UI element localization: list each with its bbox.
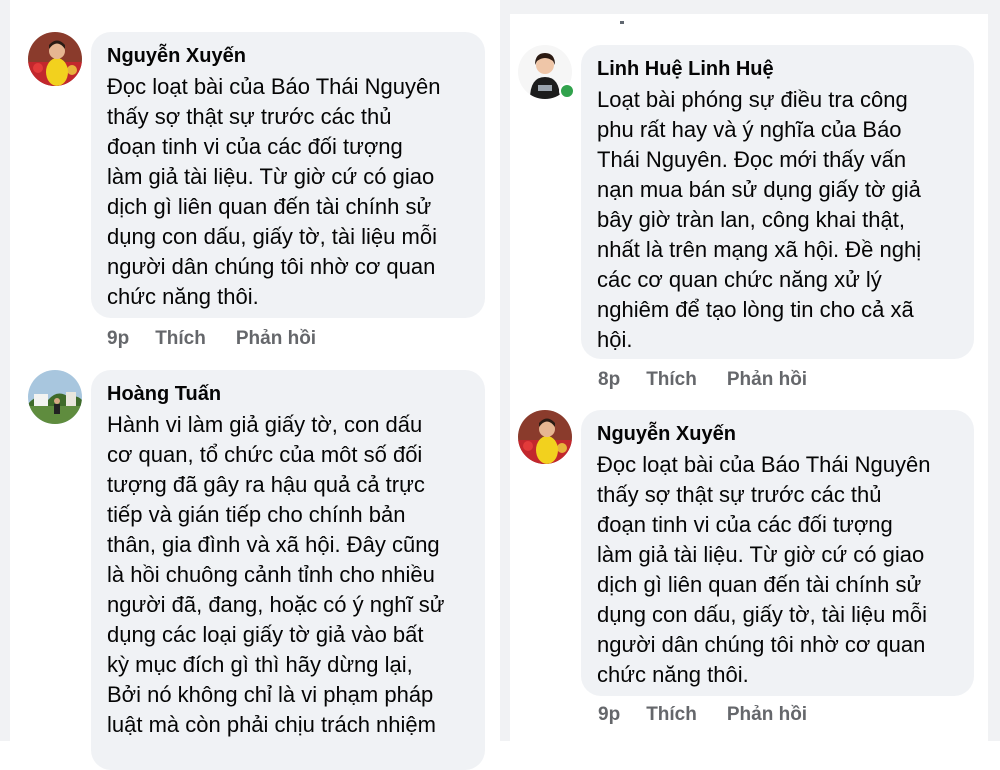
comment-bubble: Hoàng Tuấn Hành vi làm giả giấy tờ, con … xyxy=(91,370,485,770)
avatar-photo-icon xyxy=(518,410,572,464)
comment-text-line: luật mà còn phải chịu trách nhiệm xyxy=(107,712,436,737)
comment-text-line: nhất là trên mạng xã hội. Đề nghị xyxy=(597,237,922,262)
avatar[interactable] xyxy=(518,410,572,464)
comment-text-line: là hồi chuông cảnh tỉnh cho nhiều xyxy=(107,562,435,587)
right-gutter xyxy=(988,0,1000,741)
left-gutter xyxy=(0,0,10,741)
comment-text-line: Thái Nguyên. Đọc mới thấy vấn xyxy=(597,147,907,172)
comment-text-line: dịch gì liên quan đến tài chính sử xyxy=(597,572,922,597)
comment-bubble: Nguyễn Xuyến Đọc loạt bài của Báo Thái N… xyxy=(91,32,485,318)
like-button[interactable]: Thích xyxy=(646,704,697,726)
comment-timestamp[interactable]: 8p xyxy=(598,369,620,391)
comment-text-line: nạn mua bán sử dụng giấy tờ giả xyxy=(597,177,921,202)
comment-bubble: Linh Huệ Linh Huệ Loạt bài phóng sự điều… xyxy=(581,45,974,359)
comment-bubble: Nguyễn Xuyến Đọc loạt bài của Báo Thái N… xyxy=(581,410,974,696)
comment-text-line: đoạn tinh vi của các đối tượng xyxy=(597,512,893,537)
comment-timestamp[interactable]: 9p xyxy=(107,328,129,350)
comment-text-line: chức năng thôi. xyxy=(597,662,749,687)
like-button[interactable]: Thích xyxy=(155,328,206,350)
top-gap xyxy=(510,0,988,14)
comment-text-line: tiếp và gián tiếp cho chính bản xyxy=(107,502,406,527)
comment-timestamp[interactable]: 9p xyxy=(598,704,620,726)
online-status-dot-icon xyxy=(559,83,575,99)
comment-author[interactable]: Nguyễn Xuyến xyxy=(597,422,958,446)
comment-text-line: thân, gia đình và xã hội. Đây cũng xyxy=(107,532,440,557)
comment-text-line: thấy sợ thật sự trước các thủ xyxy=(597,482,882,507)
comment-author[interactable]: Nguyễn Xuyến xyxy=(107,44,469,68)
avatar-photo-icon xyxy=(28,370,82,424)
avatar[interactable] xyxy=(28,32,82,86)
scroll-marker xyxy=(620,21,624,24)
comment-text-line: cơ quan, tổ chức của môt số đối xyxy=(107,442,423,467)
comment-text-line: tượng đã gây ra hậu quả cả trực xyxy=(107,472,425,497)
comment-author[interactable]: Linh Huệ Linh Huệ xyxy=(597,57,958,81)
comment-actions: 9p Thích Phản hồi xyxy=(107,328,316,350)
comment-author[interactable]: Hoàng Tuấn xyxy=(107,382,469,406)
comment-text-line: nghiêm để tạo lòng tin cho cả xã xyxy=(597,297,914,322)
comment-text-line: dịch gì liên quan đến tài chính sử xyxy=(107,194,432,219)
comment-text-line: làm giả tài liệu. Từ giờ cứ có giao xyxy=(107,164,435,189)
column-divider xyxy=(500,0,510,741)
like-button[interactable]: Thích xyxy=(646,369,697,391)
comment-text-line: các cơ quan chức năng xử lý xyxy=(597,267,882,292)
avatar-photo-icon xyxy=(28,32,82,86)
comment-actions: 8p Thích Phản hồi xyxy=(598,369,807,391)
comment-text-line: Bởi nó không chỉ là vi phạm pháp xyxy=(107,682,434,707)
comment-text-line: Đọc loạt bài của Báo Thái Nguyên xyxy=(107,74,441,99)
comment-text-line: bây giờ tràn lan, công khai thật, xyxy=(597,207,905,232)
comment-text-line: dụng các loại giấy tờ giả vào bất xyxy=(107,622,424,647)
comment-text-line: người dân chúng tôi nhờ cơ quan xyxy=(107,254,436,279)
comment-text-line: dụng con dấu, giấy tờ, tài liệu mỗi xyxy=(107,224,437,249)
comment-text-line: Loạt bài phóng sự điều tra công xyxy=(597,87,908,112)
comment-text-line: chức năng thôi. xyxy=(107,284,259,309)
comment-actions: 9p Thích Phản hồi xyxy=(598,704,807,726)
comment-text-line: đoạn tinh vi của các đối tượng xyxy=(107,134,403,159)
comment-text-line: thấy sợ thật sự trước các thủ xyxy=(107,104,392,129)
comment-text-line: làm giả tài liệu. Từ giờ cứ có giao xyxy=(597,542,925,567)
comment-text-line: Hành vi làm giả giấy tờ, con dấu xyxy=(107,412,423,437)
comment-text-line: kỳ mục đích gì thì hãy dừng lại, xyxy=(107,652,413,677)
reply-button[interactable]: Phản hồi xyxy=(727,704,807,726)
reply-button[interactable]: Phản hồi xyxy=(236,328,316,350)
comment-text-line: Đọc loạt bài của Báo Thái Nguyên xyxy=(597,452,931,477)
avatar[interactable] xyxy=(28,370,82,424)
comment-text-line: dụng con dấu, giấy tờ, tài liệu mỗi xyxy=(597,602,927,627)
reply-button[interactable]: Phản hồi xyxy=(727,369,807,391)
comment-text-line: hội. xyxy=(597,327,633,352)
comment-text-line: phu rất hay và ý nghĩa của Báo xyxy=(597,117,902,142)
comment-text-line: người đã, đang, hoặc có ý nghĩ sử xyxy=(107,592,445,617)
comment-text-line: người dân chúng tôi nhờ cơ quan xyxy=(597,632,926,657)
